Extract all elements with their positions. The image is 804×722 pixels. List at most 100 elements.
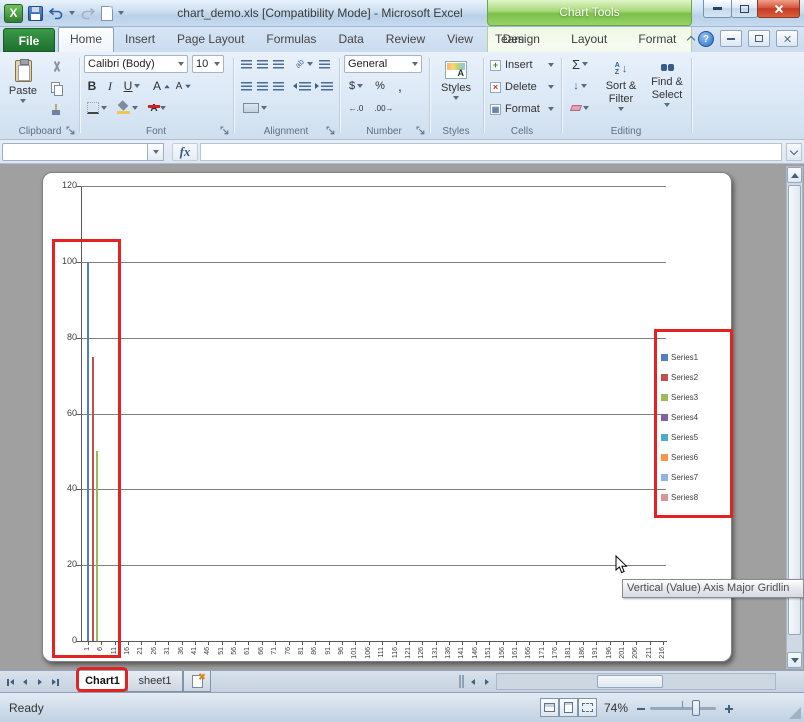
hscroll-track[interactable] (496, 673, 776, 690)
font-dialog-launcher[interactable] (220, 126, 230, 136)
hscroll-left-button[interactable] (466, 674, 480, 690)
comma-style-button[interactable]: , (392, 77, 408, 95)
collapse-ribbon-icon[interactable] (687, 36, 695, 44)
decrease-decimal-button[interactable]: .00→ (372, 99, 396, 117)
align-right-button[interactable] (270, 77, 286, 95)
decrease-font-button[interactable]: A (174, 77, 194, 95)
orientation-button[interactable]: ab (294, 55, 314, 73)
tab-view[interactable]: View (436, 27, 484, 52)
minimize-button[interactable] (703, 0, 732, 18)
value-axis-major-gridline[interactable] (81, 186, 666, 187)
excel-logo-icon[interactable]: X (4, 4, 23, 23)
vscroll-down-button[interactable] (787, 652, 802, 668)
tab-design[interactable]: Design (503, 27, 540, 52)
font-name-combobox[interactable]: Calibri (Body) (84, 55, 188, 73)
customize-qat-dropdown-icon[interactable] (118, 11, 124, 15)
zoom-out-button[interactable] (634, 702, 647, 715)
increase-font-button[interactable]: A (152, 77, 172, 95)
normal-view-button[interactable] (540, 698, 559, 717)
page-layout-view-button[interactable] (559, 698, 578, 717)
borders-button[interactable] (84, 99, 110, 117)
close-button[interactable] (757, 0, 800, 18)
maximize-button[interactable] (731, 0, 758, 18)
increase-indent-button[interactable] (314, 77, 334, 95)
undo-button[interactable] (48, 7, 64, 20)
value-axis-major-gridline[interactable] (81, 565, 666, 566)
tab-home[interactable]: Home (58, 27, 114, 52)
chart-bar-series2[interactable] (92, 357, 94, 641)
help-button[interactable]: ? (698, 31, 714, 47)
next-sheet-button[interactable] (33, 674, 47, 690)
font-size-combobox[interactable]: 10 (192, 55, 224, 73)
format-painter-button[interactable] (46, 101, 66, 119)
file-tab[interactable]: File (3, 28, 55, 52)
copy-button[interactable] (46, 79, 66, 97)
align-left-button[interactable] (238, 77, 254, 95)
tab-data[interactable]: Data (327, 27, 374, 52)
chart-bar-series3[interactable] (96, 451, 98, 641)
value-axis-major-gridline[interactable] (81, 414, 666, 415)
value-axis-major-gridline[interactable] (81, 262, 666, 263)
tab-page-layout[interactable]: Page Layout (166, 27, 255, 52)
zoom-slider[interactable] (650, 707, 716, 710)
insert-cells-button[interactable]: + Insert (486, 55, 558, 75)
paste-button[interactable]: Paste (5, 55, 41, 123)
wrap-text-button[interactable] (316, 55, 332, 73)
legend-item[interactable]: Series6 (659, 447, 731, 467)
legend-item[interactable]: Series8 (659, 487, 731, 507)
tab-review[interactable]: Review (375, 27, 436, 52)
font-color-button[interactable]: A (144, 99, 172, 117)
decrease-indent-button[interactable] (292, 77, 312, 95)
bold-button[interactable]: B (84, 77, 100, 95)
delete-cells-button[interactable]: × Delete (486, 77, 558, 97)
expand-formula-bar-button[interactable] (786, 143, 802, 161)
accounting-format-button[interactable]: $ (344, 77, 368, 95)
chart-legend[interactable]: Series1Series2Series3Series4Series5Serie… (659, 347, 731, 507)
save-button[interactable] (28, 6, 43, 21)
zoom-level-button[interactable]: 74% (598, 701, 628, 715)
italic-button[interactable]: I (102, 77, 118, 95)
align-middle-button[interactable] (254, 55, 270, 73)
merge-center-button[interactable] (238, 99, 272, 117)
undo-dropdown-arrow-icon[interactable] (69, 11, 75, 15)
legend-item[interactable]: Series3 (659, 387, 731, 407)
alignment-dialog-launcher[interactable] (326, 126, 336, 136)
format-cells-button[interactable]: ▦ Format (486, 99, 558, 119)
insert-function-button[interactable]: fx (172, 143, 198, 161)
name-box-dropdown[interactable] (148, 143, 164, 161)
tab-layout[interactable]: Layout (571, 27, 607, 52)
value-axis-major-gridline[interactable] (81, 489, 666, 490)
cell-styles-button[interactable]: A Styles (432, 55, 480, 123)
fill-color-button[interactable] (114, 99, 140, 117)
legend-item[interactable]: Series5 (659, 427, 731, 447)
legend-item[interactable]: Series4 (659, 407, 731, 427)
redo-button[interactable] (80, 7, 96, 20)
tab-formulas[interactable]: Formulas (255, 27, 327, 52)
legend-item[interactable]: Series1 (659, 347, 731, 367)
formula-input[interactable] (200, 143, 782, 161)
underline-button[interactable]: U (120, 77, 144, 95)
clear-button[interactable] (564, 99, 596, 117)
sheet-tab-chart1[interactable]: Chart1 (78, 671, 127, 692)
zoom-slider-thumb[interactable] (692, 700, 700, 716)
page-break-preview-button[interactable] (578, 698, 597, 717)
sheet-tab-sheet1[interactable]: sheet1 (127, 671, 183, 692)
new-document-button[interactable] (101, 6, 113, 21)
find-select-button[interactable]: Find &Select (646, 55, 688, 123)
tab-format[interactable]: Format (638, 27, 676, 52)
insert-worksheet-button[interactable] (183, 671, 211, 692)
hscroll-right-button[interactable] (480, 674, 494, 690)
percent-style-button[interactable]: % (372, 77, 388, 95)
value-axis-major-gridline[interactable] (81, 338, 666, 339)
fill-button[interactable]: ↓ (564, 77, 596, 95)
legend-item[interactable]: Series7 (659, 467, 731, 487)
name-box[interactable] (2, 143, 148, 161)
hscroll-thumb[interactable] (597, 675, 663, 688)
vscroll-thumb[interactable] (788, 185, 801, 635)
chart-bar-series1[interactable] (87, 262, 89, 641)
clipboard-dialog-launcher[interactable] (66, 126, 76, 136)
increase-decimal-button[interactable]: ←.0 (344, 99, 368, 117)
align-center-button[interactable] (254, 77, 270, 95)
previous-sheet-button[interactable] (18, 674, 32, 690)
number-dialog-launcher[interactable] (416, 126, 426, 136)
